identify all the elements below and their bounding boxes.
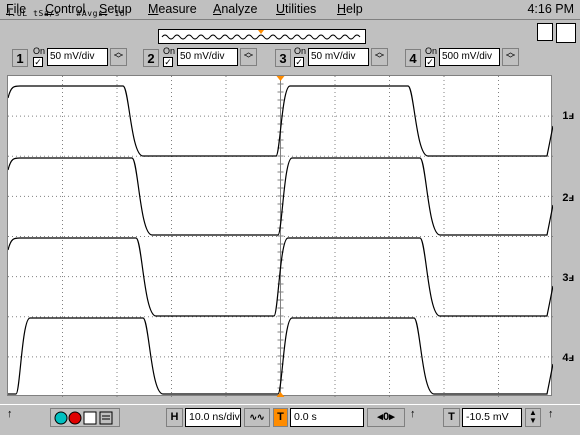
trigger-level-spinner[interactable]: ▲ ▼ bbox=[525, 408, 541, 427]
channel-1-on-checkbox[interactable]: ✓ bbox=[33, 57, 43, 67]
trigger-marker-top bbox=[276, 76, 285, 81]
print-icon bbox=[99, 411, 113, 425]
waveform-canvas bbox=[8, 76, 553, 397]
channel-2-on-checkbox[interactable]: ✓ bbox=[163, 57, 173, 67]
timebase-adjust-buttons[interactable]: ∿∿ bbox=[244, 408, 270, 427]
channel-4-marker[interactable]: 4ⅎ bbox=[562, 352, 574, 364]
menu-help[interactable]: Help bbox=[337, 2, 363, 17]
channel-2-button[interactable]: 2 bbox=[143, 49, 159, 67]
channel-2-on-label: On bbox=[163, 46, 176, 56]
acquisition-status: 4.UL tSa/s #Avgs: 16 bbox=[6, 9, 126, 18]
delay-adjust-buttons[interactable]: ◂0▸ bbox=[367, 408, 405, 427]
trigger-button[interactable]: T bbox=[443, 408, 460, 427]
memory-overview-bar[interactable] bbox=[158, 29, 366, 44]
channel-4-on-label: On bbox=[425, 46, 438, 56]
channel-2-scale-spinner[interactable]: ︿ ﹀ bbox=[240, 48, 257, 66]
channel-1-button[interactable]: 1 bbox=[12, 49, 28, 67]
channel-2-marker[interactable]: 2ⅎ bbox=[562, 192, 574, 204]
scroll-up-right-icon[interactable]: ↑ bbox=[548, 408, 554, 420]
channel-3-on-label: On bbox=[294, 46, 307, 56]
run-icon bbox=[54, 411, 68, 425]
channel-3-scale-field[interactable]: 50 mV/div bbox=[308, 48, 369, 66]
channel-3-scale-spinner[interactable]: ︿ ﹀ bbox=[371, 48, 388, 66]
trigger-position-icon[interactable]: T bbox=[273, 408, 288, 427]
menu-utilities[interactable]: Utilities bbox=[276, 2, 316, 17]
channel-1-scale-field[interactable]: 50 mV/div bbox=[47, 48, 108, 66]
overview-waveform bbox=[161, 30, 361, 40]
channel-4-scale-spinner[interactable]: ︿ ﹀ bbox=[502, 48, 519, 66]
menu-measure[interactable]: Measure bbox=[148, 2, 197, 17]
scroll-up-center-icon[interactable]: ↑ bbox=[410, 408, 416, 420]
trigger-level-field[interactable]: -10.5 mV bbox=[462, 408, 522, 427]
window-button[interactable] bbox=[556, 23, 576, 43]
stop-icon bbox=[68, 411, 82, 425]
channel-4-on-checkbox[interactable]: ✓ bbox=[425, 57, 435, 67]
waveform-display[interactable] bbox=[7, 75, 553, 397]
maximize-button[interactable] bbox=[537, 23, 553, 41]
delay-field[interactable]: 0.0 s bbox=[290, 408, 364, 427]
channel-3-marker[interactable]: 3ⅎ bbox=[562, 272, 574, 284]
clock: 4:16 PM bbox=[527, 2, 574, 16]
run-control-icons bbox=[54, 411, 113, 425]
single-icon bbox=[83, 411, 97, 425]
channel-1-on-label: On bbox=[33, 46, 46, 56]
channel-3-button[interactable]: 3 bbox=[275, 49, 291, 67]
channel-2-scale-field[interactable]: 50 mV/div bbox=[177, 48, 238, 66]
channel-4-button[interactable]: 4 bbox=[405, 49, 421, 67]
scroll-up-left-icon[interactable]: ↑ bbox=[7, 408, 13, 420]
run-control-group bbox=[50, 408, 120, 427]
menu-analyze[interactable]: Analyze bbox=[213, 2, 257, 17]
channel-1-scale-spinner[interactable]: ︿ ﹀ bbox=[110, 48, 127, 66]
channel-4-scale-field[interactable]: 500 mV/div bbox=[439, 48, 500, 66]
horizontal-button[interactable]: H bbox=[166, 408, 183, 427]
channel-3-on-checkbox[interactable]: ✓ bbox=[294, 57, 304, 67]
channel-1-marker[interactable]: 1ⅎ bbox=[562, 110, 574, 122]
timebase-field[interactable]: 10.0 ns/div bbox=[185, 408, 241, 427]
